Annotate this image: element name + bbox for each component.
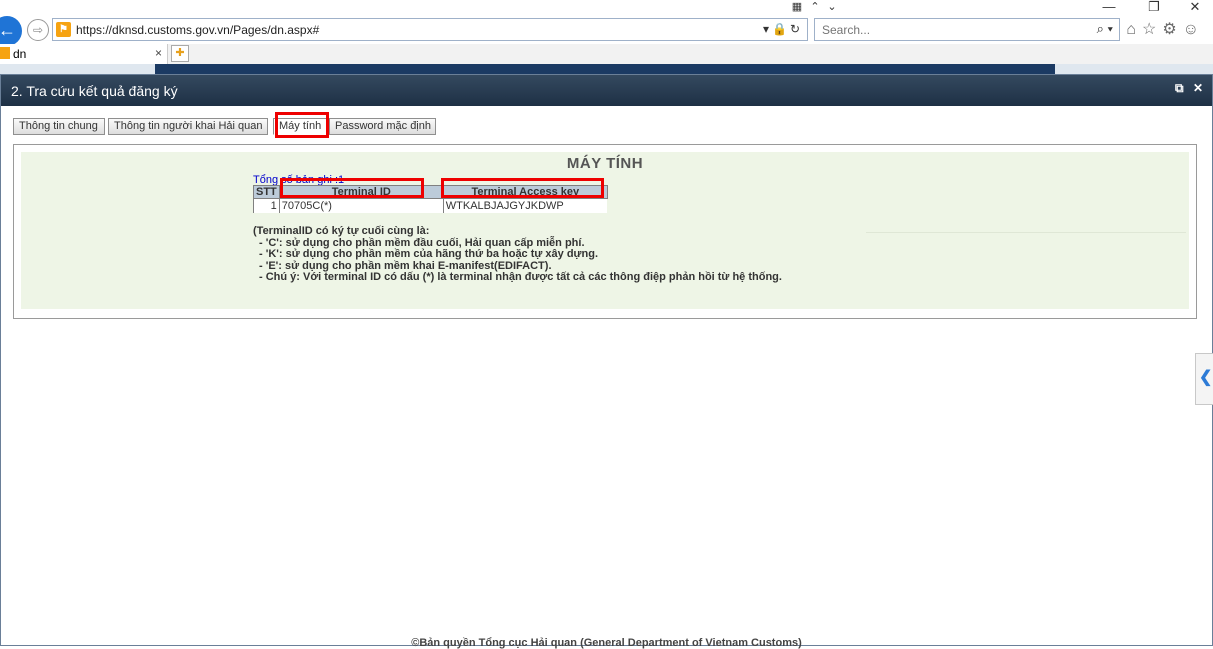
page-top-banner <box>155 64 1055 74</box>
cell-stt: 1 <box>253 198 280 213</box>
highlight-box-tab <box>275 112 329 138</box>
home-icon[interactable]: ⌂ <box>1126 21 1142 38</box>
smiley-icon[interactable]: ☺ <box>1183 21 1205 38</box>
lock-icon[interactable]: 🔒 <box>772 22 790 36</box>
search-icon[interactable]: ⌕ ▾ <box>1097 21 1113 37</box>
browser-toolbar-icons: ⌂☆⚙☺ <box>1126 19 1205 39</box>
window-controls: ▦ ⌃ ⌄ — ❐ ✕ <box>0 0 1213 14</box>
url-box[interactable]: ⚑ https://dknsd.customs.gov.vn/Pages/dn.… <box>52 18 808 41</box>
forward-button[interactable]: ⇨ <box>27 19 49 41</box>
note-line: - 'K': sử dụng cho phần mềm của hãng thứ… <box>259 248 599 260</box>
minimize-button[interactable]: — <box>1100 0 1118 14</box>
cell-terminal-id: 70705C(*) <box>278 198 444 213</box>
divider <box>866 232 1186 233</box>
tab-title: dn <box>13 47 27 61</box>
dialog-title: 2. Tra cứu kết quả đăng ký <box>11 83 178 99</box>
tab-default-password[interactable]: Password mặc định <box>329 118 436 135</box>
content-frame: MÁY TÍNH Tổng số bản ghi :1 STT Terminal… <box>13 144 1197 319</box>
new-tab-button[interactable]: ✚ <box>171 45 189 62</box>
url-tools: ▾🔒↻ <box>763 22 803 36</box>
notes-block: (TerminalID có ký tự cuối cùng là: - 'C'… <box>253 225 782 284</box>
address-bar-row: ← ⇨ ⚑ https://dknsd.customs.gov.vn/Pages… <box>0 14 1213 46</box>
note-line: (TerminalID có ký tự cuối cùng là: <box>253 225 430 237</box>
browser-tab[interactable]: dn × <box>0 44 168 64</box>
footer-copyright: ©Bản quyền Tổng cục Hải quan (General De… <box>411 637 802 649</box>
site-favicon-icon: ⚑ <box>56 22 71 37</box>
chevron-down-icon[interactable]: ⌄ <box>823 0 841 14</box>
table-row: 1 70705C(*) WTKALBJAJGYJKDWP <box>253 198 608 213</box>
new-tab-icon: ✚ <box>175 47 185 59</box>
dropdown-icon[interactable]: ▾ <box>763 22 772 36</box>
tab-favicon-icon <box>0 47 10 59</box>
close-icon[interactable]: ✕ <box>1193 81 1203 95</box>
side-collapse-button[interactable]: ❮ <box>1195 353 1213 405</box>
arrow-left-icon: ← <box>0 20 16 40</box>
gear-icon[interactable]: ⚙ <box>1162 21 1182 38</box>
back-button[interactable]: ← <box>0 16 22 46</box>
tab-general-info[interactable]: Thông tin chung <box>13 118 105 135</box>
lookup-dialog: 2. Tra cứu kết quả đăng ký ⧉ ✕ Thông tin… <box>0 74 1213 646</box>
close-window-button[interactable]: ✕ <box>1186 0 1204 14</box>
refresh-icon[interactable]: ↻ <box>790 22 803 36</box>
col-stt: STT <box>253 185 280 199</box>
maximize-icon[interactable]: ⧉ <box>1175 81 1184 96</box>
dialog-header: 2. Tra cứu kết quả đăng ký ⧉ ✕ <box>1 75 1212 106</box>
highlight-box-terminal-id <box>280 178 424 198</box>
section-title: MÁY TÍNH <box>566 155 644 172</box>
browser-tabstrip: dn × ✚ <box>0 44 1213 64</box>
search-box[interactable]: ⌕ ▾ <box>814 18 1120 41</box>
star-icon[interactable]: ☆ <box>1142 21 1162 38</box>
highlight-box-access-key <box>441 178 604 198</box>
page-top-band <box>0 64 1213 74</box>
cell-access-key: WTKALBJAJGYJKDWP <box>442 198 608 213</box>
chevron-up-icon[interactable]: ⌃ <box>806 0 824 14</box>
arrow-right-icon: ⇨ <box>32 23 44 37</box>
chevron-left-icon: ❮ <box>1199 369 1213 386</box>
content-panel: MÁY TÍNH Tổng số bản ghi :1 STT Terminal… <box>21 152 1189 309</box>
note-line: - Chú ý: Với terminal ID có dấu (*) là t… <box>259 271 782 283</box>
url-input[interactable]: https://dknsd.customs.gov.vn/Pages/dn.as… <box>76 23 319 37</box>
grid-icon[interactable]: ▦ <box>788 0 806 14</box>
restore-button[interactable]: ❐ <box>1145 0 1163 14</box>
tab-close-button[interactable]: × <box>155 46 162 60</box>
search-input[interactable] <box>820 22 1070 38</box>
tab-declarant-info[interactable]: Thông tin người khai Hải quan <box>108 118 268 135</box>
